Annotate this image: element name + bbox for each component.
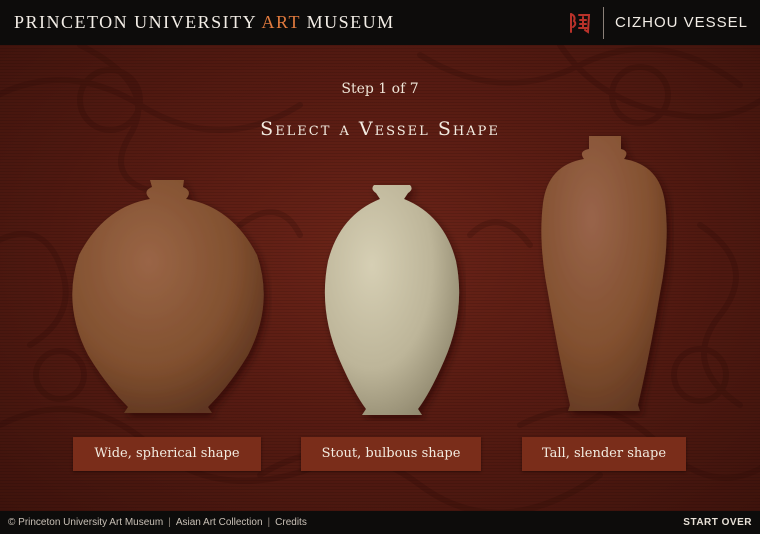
brand-accent: ART: [261, 12, 301, 32]
footer-bar: © Princeton University Art Museum | Asian …: [0, 511, 760, 534]
footer-separator: |: [267, 517, 271, 528]
stout-bulbous-vessel[interactable]: [316, 181, 466, 421]
vessel-title: CIZHOU VESSEL: [614, 14, 748, 31]
tao-character-icon: [569, 12, 591, 34]
stout-bulbous-button[interactable]: Stout, bulbous shape: [301, 437, 481, 471]
museum-logo[interactable]: PRINCETON UNIVERSITY ART MUSEUM: [14, 12, 395, 33]
asian-art-link[interactable]: Asian Art Collection: [176, 517, 263, 528]
tall-slender-button[interactable]: Tall, slender shape: [522, 437, 686, 471]
top-bar: PRINCETON UNIVERSITY ART MUSEUM CIZHOU V…: [0, 0, 760, 45]
footer-links: © Princeton University Art Museum | Asian …: [8, 517, 307, 528]
footer-separator: |: [168, 517, 171, 528]
top-right: CIZHOU VESSEL: [567, 0, 748, 45]
wide-spherical-button[interactable]: Wide, spherical shape: [73, 437, 261, 471]
wide-spherical-vessel[interactable]: [62, 175, 272, 420]
brand-prefix: PRINCETON UNIVERSITY: [14, 12, 257, 32]
tall-slender-vessel[interactable]: [534, 133, 674, 418]
step-indicator: Step 1 of 7: [341, 81, 419, 97]
copyright-link[interactable]: © Princeton University Art Museum: [8, 517, 163, 528]
credits-link[interactable]: Credits: [275, 517, 307, 528]
main-stage: Step 1 of 7 Select a Vessel Shape Wide, …: [0, 45, 760, 511]
start-over-button[interactable]: START OVER: [683, 517, 752, 528]
brand-suffix: MUSEUM: [306, 12, 395, 32]
header-divider: [602, 6, 604, 39]
